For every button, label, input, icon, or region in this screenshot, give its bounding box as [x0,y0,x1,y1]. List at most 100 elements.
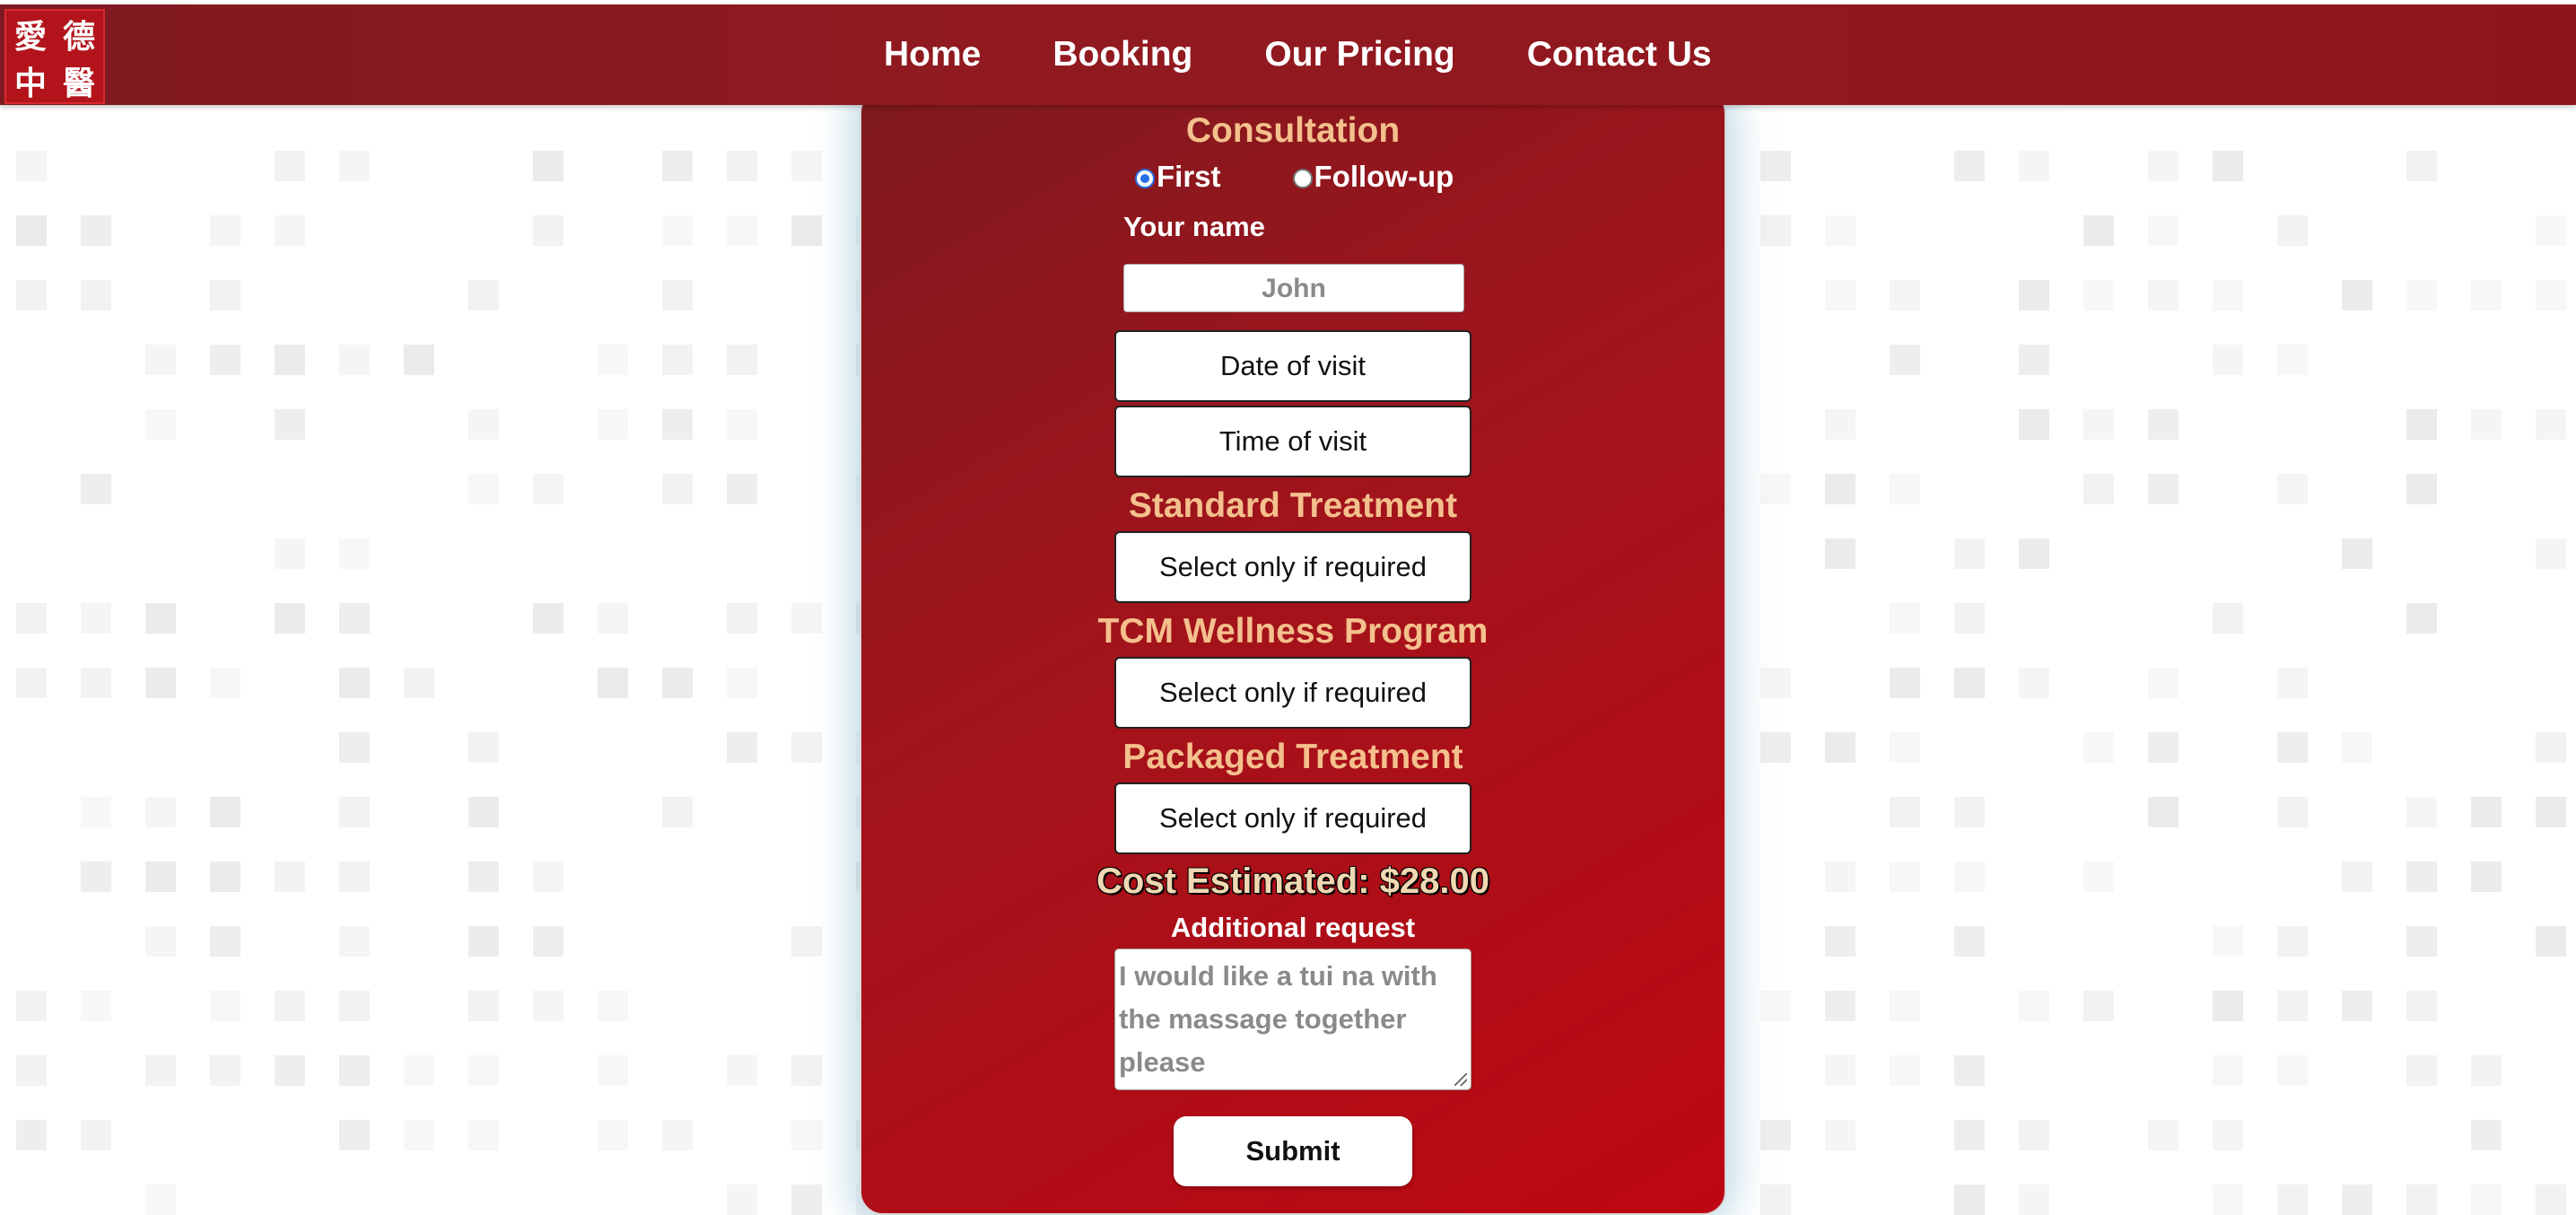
background-tile [727,151,757,181]
background-tile [2277,1184,2308,1215]
background-tile [2342,861,2372,892]
background-tile [210,1055,240,1086]
background-tile [727,1184,757,1215]
background-tile [2019,409,2049,440]
packaged-treatment-title: Packaged Treatment [1122,738,1463,776]
background-tile [1760,474,1791,504]
background-tile [2406,797,2437,827]
background-tile [2471,861,2502,892]
background-tile [1825,538,1856,569]
radio-first-dot[interactable] [1135,169,1155,188]
background-tile [16,1055,47,1086]
background-tile [468,926,499,957]
background-tile [1890,474,1920,504]
background-tile [2471,280,2502,310]
background-tile [1825,409,1856,440]
standard-treatment-select[interactable]: Select only if required [1114,531,1471,603]
background-tile [2019,991,2049,1021]
background-tile [2406,861,2437,892]
background-tile [533,861,563,892]
consultation-radio-group: First Follow-up [1135,160,1525,194]
background-tile [2536,538,2566,569]
nav-booking-link[interactable]: Booking [1052,35,1192,74]
background-tile [339,668,370,698]
background-tile [662,1120,693,1150]
packaged-treatment-select[interactable]: Select only if required [1114,782,1471,854]
nav-home-link[interactable]: Home [884,35,981,74]
radio-follow-up[interactable]: Follow-up [1292,160,1454,194]
background-tile [339,1055,370,1086]
background-tile [1954,668,1985,698]
background-tile [791,1120,822,1150]
submit-button[interactable]: Submit [1174,1116,1412,1186]
background-tile [145,409,176,440]
background-tile [275,861,305,892]
background-tile [1760,1184,1791,1215]
background-tile [1890,797,1920,827]
date-of-visit-button[interactable]: Date of visit [1114,330,1471,402]
background-tile [2148,668,2179,698]
background-tile [2083,861,2114,892]
background-tile [598,1055,628,1086]
background-tile [1825,1120,1856,1150]
background-tile [1890,1055,1920,1086]
background-tile [275,991,305,1021]
background-tile [1954,861,1985,892]
background-tile [2406,409,2437,440]
background-tile [210,991,240,1021]
background-tile [2277,215,2308,246]
background-tile [727,603,757,634]
background-tile [2277,668,2308,698]
background-tile [2471,409,2502,440]
background-tile [1890,732,1920,763]
background-tile [2406,1055,2437,1086]
additional-request-textarea[interactable]: I would like a tui na with the massage t… [1114,948,1471,1090]
background-tile [404,1055,434,1086]
background-tile [598,1120,628,1150]
background-tile [16,991,47,1021]
background-tile [2148,280,2179,310]
radio-first[interactable]: First [1135,160,1221,194]
background-tile [1890,345,1920,375]
background-tile [533,151,563,181]
background-tile [598,345,628,375]
nav-pricing-link[interactable]: Our Pricing [1264,35,1454,74]
background-tile [2213,991,2243,1021]
name-input[interactable]: John [1123,264,1464,312]
background-tile [2148,474,2179,504]
additional-request-label: Additional request [1170,912,1416,943]
background-tile [339,151,370,181]
name-label: Your name [1123,211,1265,242]
background-tile [1890,603,1920,634]
background-tile [662,797,693,827]
background-tile [2471,1055,2502,1086]
background-tile [404,668,434,698]
radio-first-label: First [1157,160,1221,193]
background-tile [1825,215,1856,246]
background-tile [210,668,240,698]
background-tile [145,1184,176,1215]
clinic-logo[interactable]: 愛 德 中 醫 [4,9,105,104]
background-tile [404,1120,434,1150]
wellness-program-select[interactable]: Select only if required [1114,657,1471,729]
background-tile [1760,215,1791,246]
radio-follow-up-dot[interactable] [1292,169,1313,188]
background-tile [1825,732,1856,763]
background-tile [1825,991,1856,1021]
background-tile [210,280,240,310]
background-tile [2536,797,2566,827]
background-tile [275,345,305,375]
nav-contact-link[interactable]: Contact Us [1527,35,1712,74]
background-tile [2277,474,2308,504]
resize-handle-icon[interactable] [1454,1073,1467,1086]
background-tile [339,538,370,569]
logo-char: 醫 [62,65,95,102]
background-tile [339,926,370,957]
background-tile [1954,797,1985,827]
background-tile [2148,151,2179,181]
background-tile [145,603,176,634]
additional-request-placeholder: I would like a tui na with the massage t… [1119,960,1437,1078]
background-tile [791,732,822,763]
time-of-visit-button[interactable]: Time of visit [1114,406,1471,477]
consultation-title: Consultation [1185,111,1401,150]
